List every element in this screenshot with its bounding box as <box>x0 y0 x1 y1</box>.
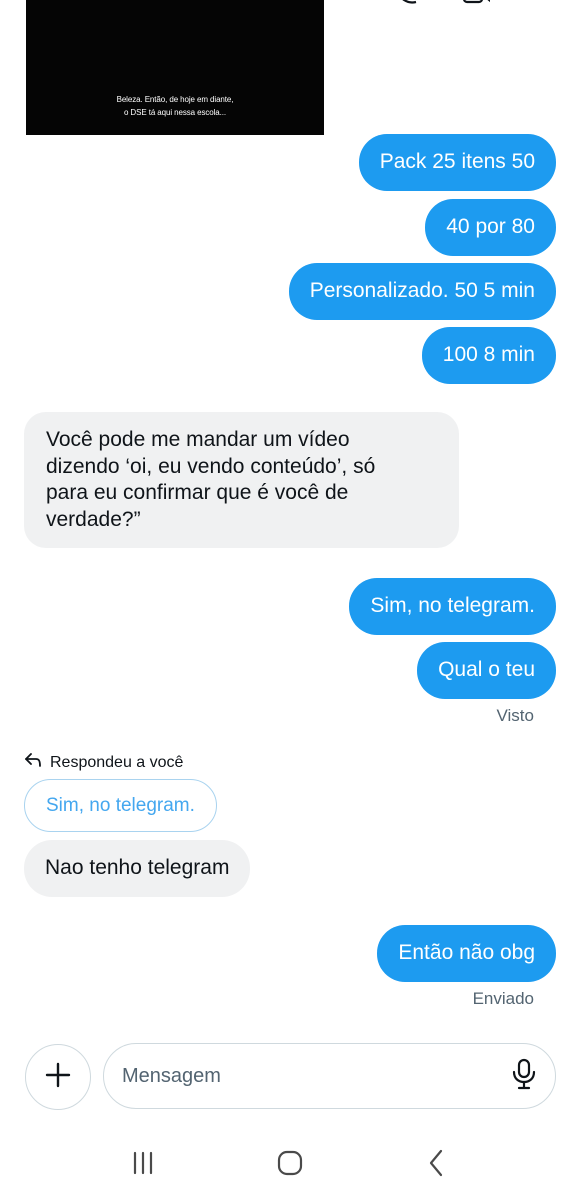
message-status-seen: Visto <box>496 706 535 725</box>
plus-icon <box>44 1061 72 1094</box>
message-text-line: Você pode me mandar um vídeo <box>46 428 350 451</box>
message-text-line: para eu confirmar que é você de <box>46 481 349 504</box>
message-text: 40 por 80 <box>446 215 535 238</box>
message-text: Sim, no telegram. <box>370 594 535 617</box>
message-text: Pack 25 itens 50 <box>379 150 535 173</box>
message-bubble-sent[interactable]: Então não obg <box>377 925 556 982</box>
video-caption: Beleza. Então, de hoje em diante, o DSE … <box>117 93 234 135</box>
message-input[interactable] <box>122 1064 511 1088</box>
video-caption-line: o DSE tá aqui nessa escola... <box>123 108 227 117</box>
microphone-icon[interactable] <box>511 1058 537 1095</box>
header-icons <box>394 0 490 11</box>
message-text: Então não obg <box>398 941 535 964</box>
reply-arrow-icon <box>24 752 42 773</box>
reply-quoted-message[interactable]: Sim, no telegram. <box>24 779 217 832</box>
message-bubble-sent[interactable]: Pack 25 itens 50 <box>358 134 556 191</box>
message-status-sent: Enviado <box>472 989 534 1008</box>
dm-conversation-screen: Beleza. Então, de hoje em diante, o DSE … <box>0 0 580 1200</box>
call-icon[interactable] <box>394 0 422 11</box>
message-bubble-sent[interactable]: Sim, no telegram. <box>349 578 556 635</box>
video-message-thumbnail[interactable]: Beleza. Então, de hoje em diante, o DSE … <box>26 0 324 135</box>
home-icon[interactable] <box>275 1148 305 1183</box>
video-caption-line: Beleza. Então, de hoje em diante, <box>116 95 234 104</box>
add-attachment-button[interactable] <box>25 1044 91 1110</box>
message-text: Personalizado. 50 5 min <box>309 279 535 302</box>
back-icon[interactable] <box>422 1148 452 1183</box>
message-bubble-received[interactable]: Você pode me mandar um vídeo dizendo ‘oi… <box>24 412 459 548</box>
message-text: Nao tenho telegram <box>45 856 230 879</box>
video-call-icon[interactable] <box>462 0 490 11</box>
recent-apps-icon[interactable] <box>128 1148 158 1183</box>
reply-context: Respondeu a você <box>24 752 183 773</box>
message-bubble-received[interactable]: Nao tenho telegram <box>24 840 251 897</box>
message-composer <box>103 1043 556 1109</box>
system-navigation-bar <box>0 1130 580 1200</box>
message-text: 100 8 min <box>442 343 535 366</box>
message-bubble-sent[interactable]: 100 8 min <box>421 327 556 384</box>
message-text: Qual o teu <box>438 658 535 681</box>
message-bubble-sent[interactable]: 40 por 80 <box>425 199 556 256</box>
reply-label: Respondeu a você <box>50 753 184 771</box>
message-bubble-sent[interactable]: Personalizado. 50 5 min <box>288 263 556 320</box>
message-text-line: verdade?” <box>46 507 141 531</box>
message-bubble-sent[interactable]: Qual o teu <box>417 642 556 699</box>
reply-quoted-text: Sim, no telegram. <box>46 794 195 816</box>
message-text-line: dizendo ‘oi, eu vendo conteúdo’, só <box>46 454 376 478</box>
